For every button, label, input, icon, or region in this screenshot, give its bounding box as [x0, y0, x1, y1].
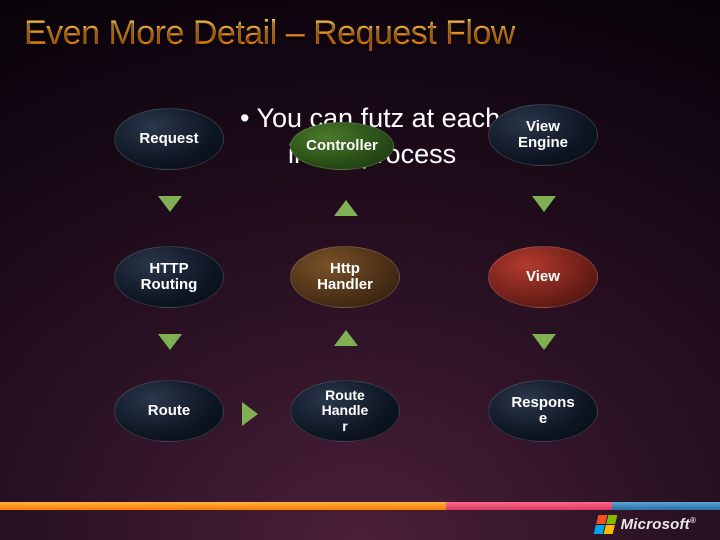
node-label: Controller	[306, 138, 378, 155]
node-route: Route	[114, 380, 224, 442]
diagram-canvas: Request Controller View Engine HTTP Rout…	[0, 0, 720, 540]
node-label: View	[526, 269, 560, 286]
accent-bar	[0, 502, 720, 510]
arrow-down-icon	[158, 196, 182, 212]
node-view-engine: View Engine	[488, 104, 598, 166]
microsoft-flag-icon	[593, 515, 617, 534]
arrow-right-icon	[242, 402, 258, 426]
node-label: Respons e	[511, 395, 574, 428]
node-request: Request	[114, 108, 224, 170]
node-label: Http Handler	[317, 261, 373, 294]
node-label: HTTP Routing	[141, 261, 198, 294]
node-label: Request	[139, 131, 198, 148]
arrow-down-icon	[532, 334, 556, 350]
node-response: Respons e	[488, 380, 598, 442]
node-label: Route	[148, 403, 191, 420]
arrow-up-icon	[334, 200, 358, 216]
node-label: Route Handle r	[322, 388, 369, 434]
node-view: View	[488, 246, 598, 308]
accent-segment	[0, 502, 446, 510]
microsoft-wordmark: Microsoft®	[621, 516, 696, 533]
accent-segment	[612, 502, 720, 510]
node-route-handler: Route Handle r	[290, 380, 400, 442]
arrow-down-icon	[158, 334, 182, 350]
node-controller: Controller	[290, 122, 394, 170]
arrow-up-icon	[334, 330, 358, 346]
microsoft-logo: Microsoft®	[596, 515, 696, 534]
accent-segment	[446, 502, 612, 510]
arrow-down-icon	[532, 196, 556, 212]
node-http-handler: Http Handler	[290, 246, 400, 308]
node-http-routing: HTTP Routing	[114, 246, 224, 308]
node-label: View Engine	[518, 119, 568, 152]
